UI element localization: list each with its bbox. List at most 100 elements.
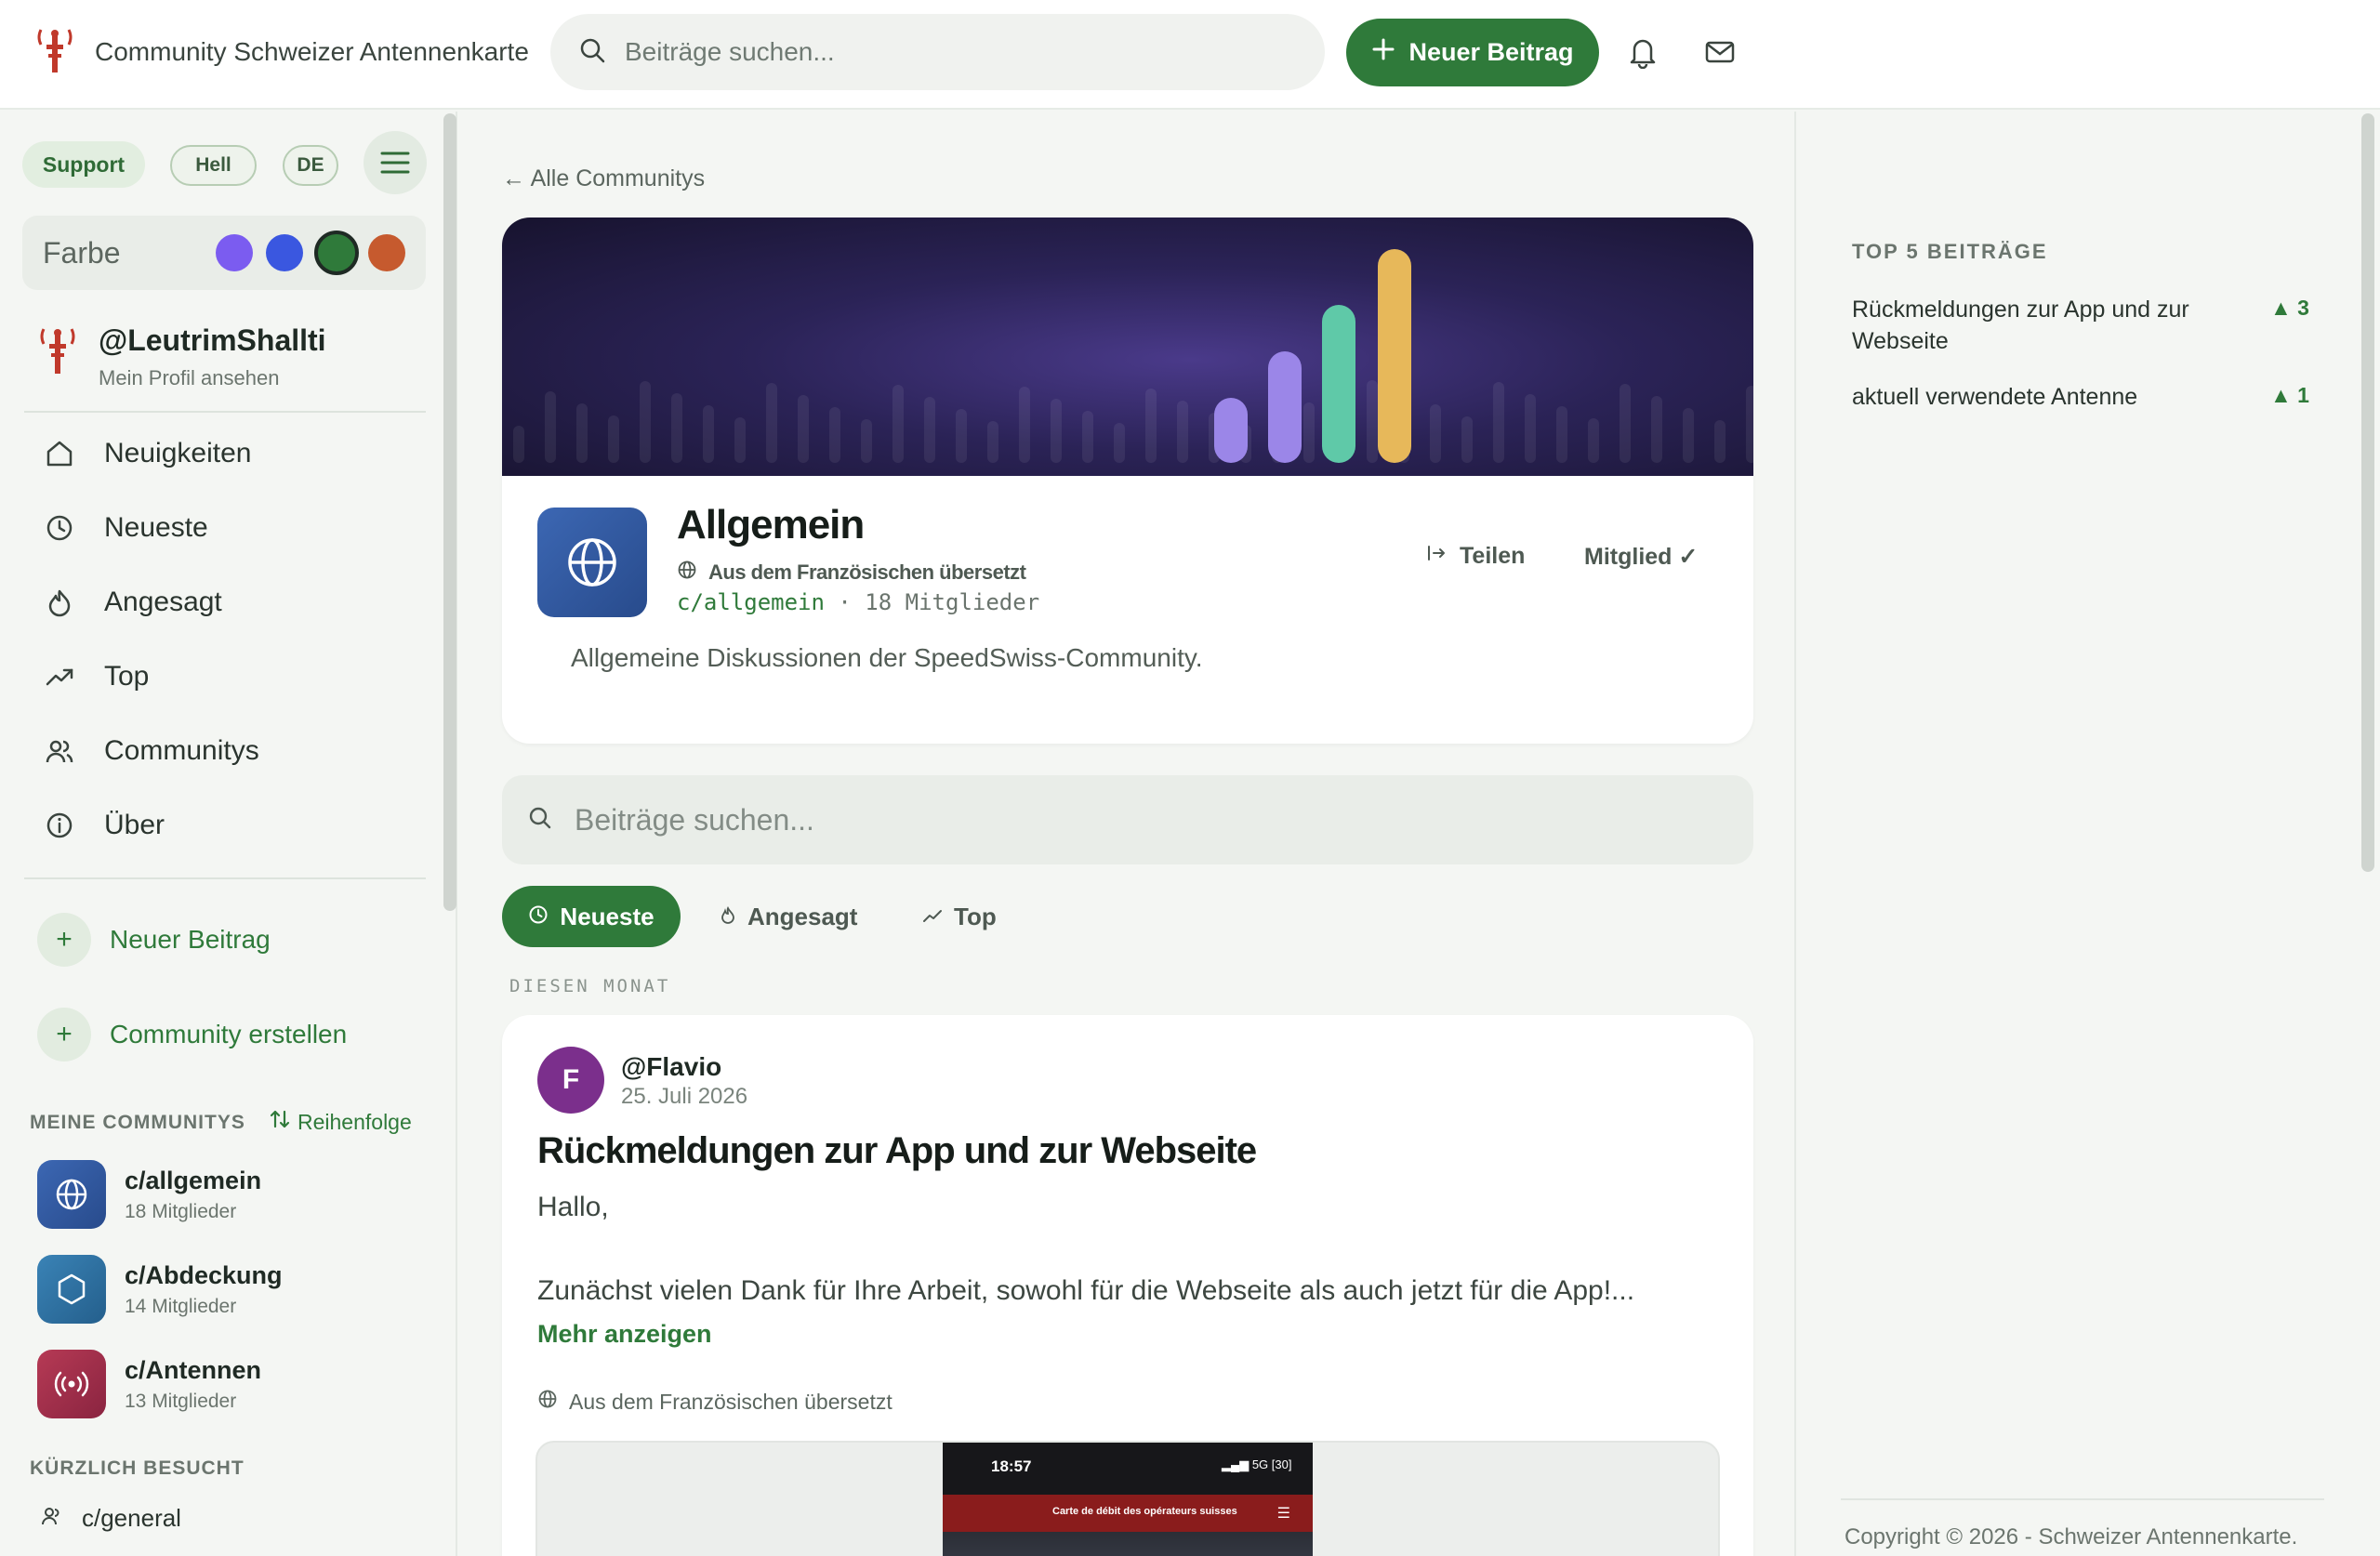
nav-item-neuigkeiten[interactable]: Neuigkeiten [43, 437, 251, 470]
main-scrollbar[interactable] [2361, 113, 2374, 872]
back-to-communities-link[interactable]: ← Alle Communitys [502, 165, 705, 192]
mail-icon[interactable] [1701, 33, 1739, 71]
bell-icon[interactable] [1624, 33, 1661, 71]
banner-accent-bar [1378, 249, 1411, 463]
banner-accent-bar [1214, 398, 1248, 463]
my-communities-title: MEINE COMMUNITYS [30, 1112, 245, 1133]
top5-item[interactable]: aktuell verwendete Antenne [1852, 381, 2242, 413]
phone-status: ▂▄▆ 5G [30] [1222, 1457, 1292, 1471]
tab-label: Top [954, 902, 997, 930]
banner-faint-bar [640, 381, 651, 463]
sidebar-community-abdeckung[interactable]: c/Abdeckung 14 Mitglieder [37, 1255, 283, 1324]
color-swatch-blue[interactable] [266, 234, 303, 271]
color-swatch-purple[interactable] [216, 234, 253, 271]
clock-icon [528, 903, 549, 931]
recent-community-general[interactable]: c/general [41, 1504, 181, 1533]
community-search-input[interactable] [575, 802, 1690, 837]
community-search-bar[interactable] [502, 775, 1753, 864]
banner-faint-bar [1367, 380, 1378, 463]
nav-item-angesagt[interactable]: Angesagt [43, 586, 222, 619]
sidebar-scrollbar[interactable] [443, 113, 456, 911]
phone-time: 18:57 [991, 1457, 1032, 1475]
hexagon-icon [37, 1255, 106, 1324]
sort-icon [270, 1108, 290, 1136]
post-image[interactable]: 18:57 ▂▄▆ 5G [30] Carte de débit des opé… [536, 1441, 1720, 1556]
right-sidebar: TOP 5 BEITRÄGE Rückmeldungen zur App und… [1794, 112, 2352, 1556]
post-author[interactable]: @Flavio [621, 1052, 721, 1082]
banner-faint-bar [545, 391, 556, 463]
color-label: Farbe [43, 236, 121, 270]
banner-faint-bar [513, 426, 524, 463]
post-excerpt: Zunächst vielen Dank für Ihre Arbeit, so… [537, 1275, 1635, 1306]
banner-faint-bar [1651, 396, 1662, 463]
create-community-button[interactable]: + Community erstellen [37, 1008, 347, 1062]
nav-item-top[interactable]: Top [43, 660, 149, 693]
nav-label: Top [104, 661, 150, 692]
banner-faint-bar [956, 409, 967, 463]
banner-faint-bar [1145, 389, 1157, 463]
nav-label: Communitys [104, 735, 259, 766]
tab-label: Angesagt [747, 902, 858, 930]
tab-top[interactable]: Top [922, 886, 997, 947]
top5-votes: ▲ 1 [2270, 383, 2309, 407]
community-banner [502, 218, 1753, 476]
banner-faint-bar [766, 383, 777, 463]
avatar[interactable]: F [537, 1047, 604, 1114]
nav-item-communitys[interactable]: Communitys [43, 734, 259, 768]
banner-faint-bar [892, 385, 904, 463]
community-meta: c/allgemein · 18 Mitglieder [677, 589, 1039, 615]
banner-faint-bar [576, 403, 588, 463]
nav-item-ueber[interactable]: Über [43, 809, 165, 842]
flame-icon [720, 903, 736, 931]
banner-accent-bar [1268, 351, 1302, 463]
theme-toggle[interactable]: Hell [170, 145, 257, 186]
show-more-link[interactable]: Mehr anzeigen [537, 1320, 712, 1349]
menu-icon[interactable] [364, 131, 427, 194]
share-icon [1426, 543, 1447, 570]
menu-icon: ☰ [1276, 1506, 1290, 1522]
nav-label: Über [104, 810, 165, 840]
sidebar-new-post-button[interactable]: + Neuer Beitrag [37, 913, 271, 967]
info-icon [43, 809, 76, 842]
reorder-button[interactable]: Reihenfolge [270, 1108, 412, 1136]
member-button[interactable]: Mitglied ✓ [1584, 543, 1698, 571]
globe-icon [537, 1389, 558, 1415]
nav-label: Neueste [104, 512, 208, 543]
phone-screenshot: 18:57 ▂▄▆ 5G [30] Carte de débit des opé… [943, 1443, 1313, 1556]
community-members: 13 Mitglieder [125, 1390, 237, 1412]
language-toggle[interactable]: DE [283, 145, 338, 186]
banner-faint-bar [1114, 423, 1125, 463]
phone-app-bar-text: Carte de débit des opérateurs suisses [1052, 1506, 1237, 1517]
color-swatch-orange[interactable] [368, 234, 405, 271]
color-swatch-green[interactable] [314, 231, 359, 275]
banner-faint-bar [1051, 399, 1062, 463]
community-members: 14 Mitglieder [125, 1295, 237, 1317]
new-post-button[interactable]: Neuer Beitrag [1346, 19, 1599, 86]
translation-note: Aus dem Französischen übersetzt [677, 560, 1026, 586]
community-members: 18 Mitglieder [125, 1200, 237, 1222]
top5-item[interactable]: Rückmeldungen zur App und zur Webseite [1852, 294, 2242, 357]
nav-item-neueste[interactable]: Neueste [43, 511, 208, 545]
top-search-input[interactable] [625, 37, 1276, 67]
support-button[interactable]: Support [22, 141, 145, 188]
banner-faint-bar [1683, 408, 1694, 463]
tab-neueste[interactable]: Neueste [502, 886, 681, 947]
plus-icon: + [37, 913, 91, 967]
community-name: c/Abdeckung [125, 1260, 283, 1289]
translation-label: Aus dem Französischen übersetzt [569, 1389, 892, 1414]
sidebar-community-allgemein[interactable]: c/allgemein 18 Mitglieder [37, 1160, 261, 1229]
brand[interactable]: Community Schweizer Antennenkarte [35, 26, 529, 77]
community-members: · 18 Mitglieder [838, 589, 1040, 615]
post-title[interactable]: Rückmeldungen zur App und zur Webseite [537, 1130, 1257, 1172]
month-divider-label: DIESEN MONAT [509, 976, 671, 996]
sidebar-community-antennen[interactable]: c/Antennen 13 Mitglieder [37, 1350, 261, 1418]
banner-faint-bar [734, 417, 746, 463]
top-search-bar[interactable] [550, 14, 1325, 90]
divider [24, 877, 426, 879]
search-icon [528, 806, 552, 835]
broadcast-icon [37, 1350, 106, 1418]
tab-angesagt[interactable]: Angesagt [720, 886, 857, 947]
banner-bars-graphic [513, 249, 1753, 463]
share-button[interactable]: Teilen [1426, 543, 1525, 570]
post-card[interactable]: F @Flavio 25. Juli 2026 Rückmeldungen zu… [502, 1015, 1753, 1556]
